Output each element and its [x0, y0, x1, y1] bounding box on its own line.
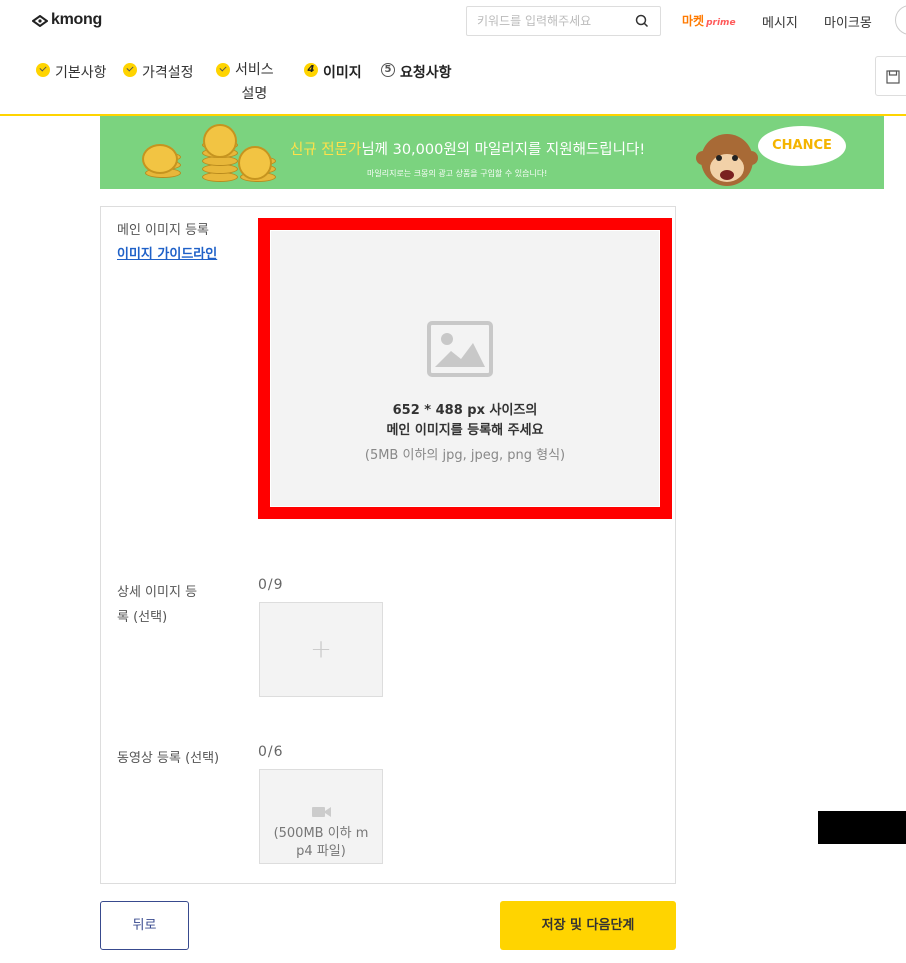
- main-image-label: 메인 이미지 등록: [117, 223, 209, 238]
- step-label-wrap: 서비스 설명: [235, 58, 274, 106]
- redacted-block: [818, 811, 906, 844]
- back-button[interactable]: 뒤로: [100, 901, 189, 950]
- check-icon: [123, 63, 137, 77]
- check-icon: [36, 63, 50, 77]
- main-image-size-text: 652 * 488 px 사이즈의: [392, 403, 538, 418]
- search-input[interactable]: [477, 14, 627, 28]
- kmong-logo[interactable]: kmong: [31, 11, 102, 29]
- step-label: 기본사항: [55, 65, 107, 81]
- video-label: 동영상 등록 (선택): [117, 751, 220, 766]
- save-icon: [886, 69, 900, 88]
- market-prime-label: 마켓: [682, 14, 705, 28]
- market-prime-link[interactable]: 마켓 prime: [682, 12, 736, 29]
- save-and-next-button[interactable]: 저장 및 다음단계: [500, 901, 676, 950]
- step-number: 4: [304, 63, 318, 77]
- detail-images-label-line2: 록 (선택): [117, 610, 168, 625]
- registration-steps: 기본사항 가격설정 서비스 설명 4 이미지 5 요청사항: [0, 42, 906, 116]
- search-box[interactable]: [466, 6, 661, 36]
- step-images[interactable]: 4 이미지: [304, 62, 362, 82]
- promo-banner[interactable]: 신규 전문가님께 30,000원의 마일리지를 지원해드립니다! 마일리지로는 …: [100, 116, 884, 189]
- banner-headline-highlight: 신규 전문가: [290, 142, 362, 158]
- plus-icon: +: [310, 633, 332, 664]
- mykmong-link[interactable]: 마이크몽: [824, 12, 872, 31]
- detail-images-count: 0/9: [258, 577, 284, 593]
- step-requirements[interactable]: 5 요청사항: [381, 62, 452, 82]
- top-header: kmong 마켓prime 메시지 마이크몽: [0, 0, 906, 42]
- kmong-logo-icon: [31, 14, 49, 28]
- step-label: 이미지: [323, 65, 362, 81]
- detail-images-label-line1: 상세 이미지 등: [117, 585, 198, 600]
- prime-sub-label: prime: [706, 18, 736, 28]
- banner-headline-rest: 님께 30,000원의 마일리지를 지원해드립니다!: [361, 142, 646, 158]
- messages-link[interactable]: 메시지: [762, 12, 798, 31]
- banner-headline: 신규 전문가님께 30,000원의 마일리지를 지원해드립니다!: [290, 138, 645, 159]
- step-label: 요청사항: [400, 65, 452, 81]
- main-image-instruction: 메인 이미지를 등록해 주세요: [386, 423, 544, 438]
- main-image-format-text: (5MB 이하의 jpg, jpeg, png 형식): [364, 448, 566, 463]
- main-image-dropzone-inner: 652 * 488 px 사이즈의 메인 이미지를 등록해 주세요 (5MB 이…: [271, 231, 659, 506]
- detail-images-label: 상세 이미지 등 록 (선택): [117, 580, 197, 630]
- main-image-dropzone[interactable]: 652 * 488 px 사이즈의 메인 이미지를 등록해 주세요 (5MB 이…: [258, 218, 672, 519]
- step-pricing[interactable]: 가격설정: [123, 62, 194, 82]
- video-count: 0/6: [258, 744, 284, 760]
- logo-text: kmong: [51, 11, 102, 28]
- step-label-line2: 설명: [241, 86, 268, 102]
- video-caption-line2: p4 파일): [296, 844, 346, 859]
- avatar[interactable]: [895, 5, 906, 35]
- step-label: 서비스: [235, 62, 274, 78]
- video-camera-icon: [312, 804, 332, 823]
- add-detail-image-button[interactable]: +: [259, 602, 383, 697]
- banner-subtext: 마일리지로는 크몽의 광고 상품을 구입할 수 있습니다!: [367, 169, 548, 178]
- step-number: 5: [381, 63, 395, 77]
- search-icon[interactable]: [634, 13, 650, 33]
- step-basic-info[interactable]: 기본사항: [36, 62, 107, 82]
- step-service-description[interactable]: 서비스 설명: [216, 62, 274, 106]
- step-label: 가격설정: [142, 65, 194, 81]
- monkey-mascot-icon: [696, 128, 758, 189]
- save-draft-button[interactable]: [875, 56, 906, 96]
- add-video-button[interactable]: (500MB 이하 m p4 파일): [259, 769, 383, 864]
- image-placeholder-icon: [427, 321, 493, 381]
- image-guideline-link[interactable]: 이미지 가이드라인: [117, 243, 217, 262]
- video-caption: (500MB 이하 m p4 파일): [262, 825, 380, 861]
- check-icon: [216, 63, 230, 77]
- chance-badge: CHANCE: [758, 126, 846, 166]
- video-caption-line1: (500MB 이하 m: [273, 826, 369, 841]
